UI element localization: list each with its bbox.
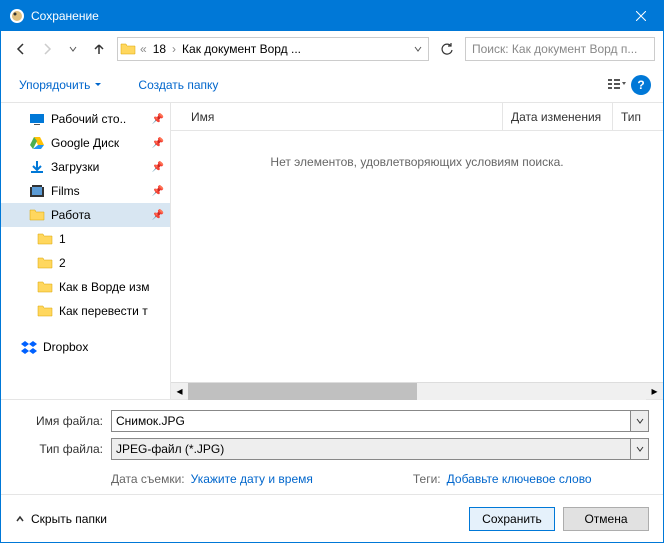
chevron-up-icon: [15, 514, 25, 524]
nav-bar: « 18 › Как документ Ворд ... Поиск: Как …: [1, 31, 663, 67]
breadcrumb[interactable]: « 18 › Как документ Ворд ...: [117, 37, 429, 61]
breadcrumb-seg-1[interactable]: 18: [149, 38, 170, 60]
sidebar-item-4[interactable]: Как перевести т: [1, 299, 170, 323]
folder-icon: [29, 207, 45, 223]
folder-icon: [37, 255, 53, 271]
window-title: Сохранение: [31, 9, 618, 23]
dropbox-icon: [21, 339, 37, 355]
column-name[interactable]: Имя: [183, 103, 503, 130]
titlebar: Сохранение: [1, 1, 663, 31]
sidebar-item-gdrive[interactable]: Google Диск📌: [1, 131, 170, 155]
save-button[interactable]: Сохранить: [469, 507, 555, 531]
breadcrumb-seg-2[interactable]: Как документ Ворд ...: [178, 38, 305, 60]
folder-icon: [37, 303, 53, 319]
new-folder-button[interactable]: Создать папку: [132, 74, 224, 96]
films-icon: [29, 183, 45, 199]
save-dialog: Сохранение « 18 › Как документ Ворд ... …: [0, 0, 664, 543]
sidebar-item-1[interactable]: 1: [1, 227, 170, 251]
chevron-right-icon: ›: [170, 42, 178, 56]
file-pane: Имя Дата изменения Тип Нет элементов, уд…: [171, 103, 663, 399]
folder-icon: [37, 231, 53, 247]
refresh-button[interactable]: [435, 37, 459, 61]
column-headers: Имя Дата изменения Тип: [171, 103, 663, 131]
pin-icon: 📌: [152, 162, 164, 173]
filetype-label: Тип файла:: [15, 442, 111, 456]
pin-icon: 📌: [152, 138, 164, 149]
sidebar-item-3[interactable]: Как в Ворде изм: [1, 275, 170, 299]
back-button[interactable]: [9, 37, 33, 61]
recent-dropdown[interactable]: [61, 37, 85, 61]
help-button[interactable]: ?: [631, 75, 651, 95]
chevron-right-icon: «: [138, 42, 149, 56]
search-input[interactable]: Поиск: Как документ Ворд п...: [465, 37, 655, 61]
footer: Скрыть папки Сохранить Отмена: [1, 494, 663, 542]
breadcrumb-dropdown[interactable]: [408, 42, 428, 56]
view-button[interactable]: [603, 73, 631, 97]
folder-icon: [118, 41, 138, 57]
scroll-left-icon[interactable]: ◂: [171, 383, 188, 400]
hide-folders-button[interactable]: Скрыть папки: [15, 512, 107, 526]
sidebar[interactable]: Рабочий сто..📌 Google Диск📌 Загрузки📌 Fi…: [1, 103, 171, 399]
up-button[interactable]: [87, 37, 111, 61]
search-placeholder: Поиск: Как документ Ворд п...: [472, 42, 637, 56]
app-icon: [9, 8, 25, 24]
sidebar-item-work[interactable]: Работа📌: [1, 203, 170, 227]
empty-message: Нет элементов, удовлетворяющих условиям …: [171, 131, 663, 382]
forward-button[interactable]: [35, 37, 59, 61]
date-taken-label: Дата съемки:: [111, 472, 191, 486]
scroll-right-icon[interactable]: ▸: [646, 383, 663, 400]
filename-dropdown[interactable]: [631, 410, 649, 432]
tags-link[interactable]: Добавьте ключевое слово: [447, 472, 592, 486]
form-area: Имя файла: Тип файла: JPEG-файл (*.JPG) …: [1, 399, 663, 494]
gdrive-icon: [29, 135, 45, 151]
sidebar-item-desktop[interactable]: Рабочий сто..📌: [1, 107, 170, 131]
horizontal-scrollbar[interactable]: ◂ ▸: [171, 382, 663, 399]
column-date[interactable]: Дата изменения: [503, 103, 613, 130]
desktop-icon: [29, 111, 45, 127]
scroll-thumb[interactable]: [188, 383, 417, 400]
tags-label: Теги:: [413, 472, 447, 486]
filename-label: Имя файла:: [15, 414, 111, 428]
filename-input[interactable]: [111, 410, 631, 432]
sidebar-item-downloads[interactable]: Загрузки📌: [1, 155, 170, 179]
downloads-icon: [29, 159, 45, 175]
cancel-button[interactable]: Отмена: [563, 507, 649, 531]
main-area: Рабочий сто..📌 Google Диск📌 Загрузки📌 Fi…: [1, 103, 663, 399]
toolbar: Упорядочить Создать папку ?: [1, 67, 663, 103]
column-type[interactable]: Тип: [613, 103, 663, 130]
pin-icon: 📌: [152, 186, 164, 197]
sidebar-item-dropbox[interactable]: Dropbox: [1, 335, 170, 359]
filetype-dropdown[interactable]: [631, 438, 649, 460]
organize-button[interactable]: Упорядочить: [13, 74, 108, 96]
sidebar-item-2[interactable]: 2: [1, 251, 170, 275]
sidebar-item-films[interactable]: Films📌: [1, 179, 170, 203]
close-button[interactable]: [618, 1, 663, 31]
folder-icon: [37, 279, 53, 295]
date-taken-link[interactable]: Укажите дату и время: [191, 472, 313, 486]
filetype-select[interactable]: JPEG-файл (*.JPG): [111, 438, 631, 460]
pin-icon: 📌: [152, 114, 164, 125]
pin-icon: 📌: [152, 210, 164, 221]
